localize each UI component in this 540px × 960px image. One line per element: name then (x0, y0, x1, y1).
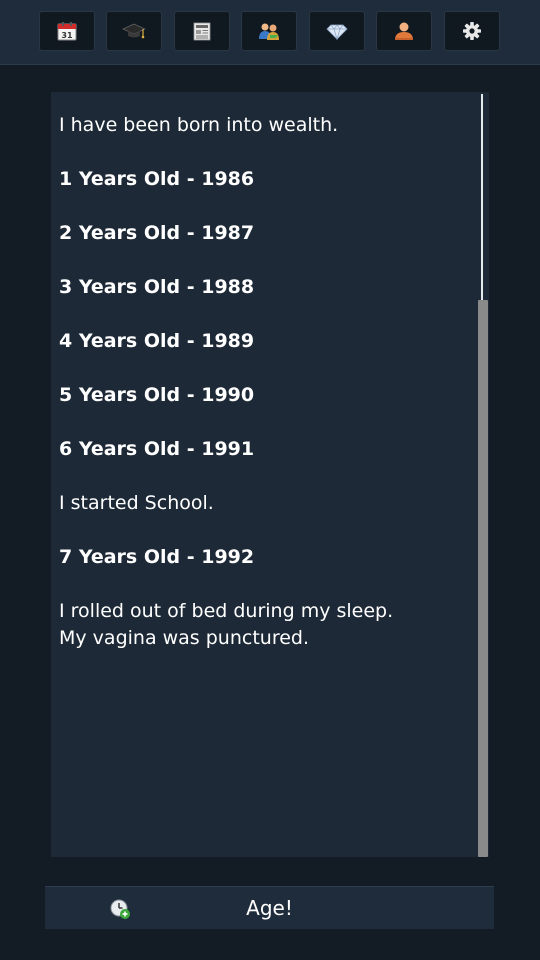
log-event: I started School. (59, 492, 214, 514)
age-button-label: Age! (246, 896, 293, 920)
tab-calendar[interactable]: 31 (39, 11, 95, 51)
age-button[interactable]: Age! (45, 886, 494, 929)
log-year-header: 5 Years Old - 1990 (59, 384, 255, 406)
life-log-panel[interactable]: I have been born into wealth. 1 Years Ol… (51, 92, 489, 857)
tab-news[interactable] (174, 11, 230, 51)
scrollbar-track[interactable] (481, 94, 483, 300)
tab-education[interactable] (106, 11, 162, 51)
log-year-header: 7 Years Old - 1992 (59, 546, 255, 568)
log-event: I have been born into wealth. (59, 114, 339, 136)
graduation-cap-icon (122, 23, 146, 39)
tab-settings[interactable] (444, 11, 500, 51)
tab-relationships[interactable] (241, 11, 297, 51)
calendar-date-label: 31 (61, 31, 73, 40)
scrollbar-thumb[interactable] (478, 300, 488, 857)
diamond-icon (326, 24, 348, 41)
calendar-icon: 31 (57, 22, 77, 41)
log-year-header: 2 Years Old - 1987 (59, 222, 255, 244)
log-year-header: 4 Years Old - 1989 (59, 330, 255, 352)
tab-profile[interactable] (376, 11, 432, 51)
log-year-header: 6 Years Old - 1991 (59, 438, 255, 460)
life-log-content: I have been born into wealth. 1 Years Ol… (59, 112, 459, 679)
tab-assets[interactable] (309, 11, 365, 51)
log-event: I rolled out of bed during my sleep. My … (59, 600, 394, 649)
relationships-icon (259, 23, 279, 40)
gear-icon (463, 22, 481, 40)
log-year-header: 1 Years Old - 1986 (59, 168, 255, 190)
log-year-header: 3 Years Old - 1988 (59, 276, 255, 298)
newspaper-icon (193, 22, 211, 41)
person-icon (395, 22, 413, 40)
top-toolbar: 31 (0, 0, 540, 65)
